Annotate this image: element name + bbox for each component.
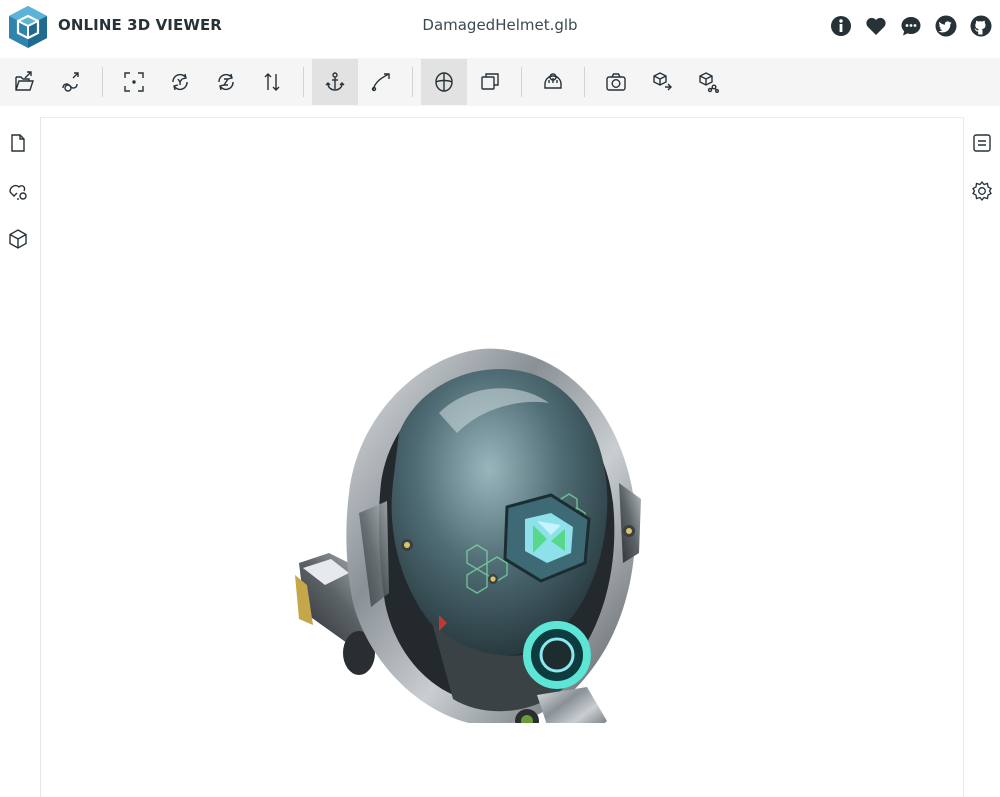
heart-icon[interactable]	[864, 14, 887, 37]
perspective-camera-button[interactable]	[421, 59, 467, 105]
details-panel-button[interactable]	[964, 124, 1000, 162]
github-icon[interactable]	[969, 14, 992, 37]
header: ONLINE 3D VIEWER DamagedHelmet.glb	[0, 0, 1000, 56]
gear-icon	[972, 180, 992, 202]
export-snapshot-button[interactable]	[593, 59, 639, 105]
camera-icon	[606, 73, 626, 91]
meshes-panel-button[interactable]	[0, 220, 36, 258]
export-model-button[interactable]	[639, 59, 685, 105]
measure-button[interactable]	[530, 59, 576, 105]
orthographic-camera-button[interactable]	[467, 59, 513, 105]
toolbar-separator	[102, 67, 103, 97]
fit-to-window-icon	[124, 72, 144, 92]
fixed-up-vector-button[interactable]	[312, 59, 358, 105]
toolbar-separator	[521, 67, 522, 97]
set-up-z-icon	[218, 73, 234, 91]
fit-to-window-button[interactable]	[111, 59, 157, 105]
measure-icon	[544, 73, 562, 89]
damaged-helmet-model	[295, 348, 641, 723]
file-icon	[11, 134, 25, 152]
3d-viewport[interactable]	[40, 117, 964, 797]
share-model-icon	[699, 72, 720, 94]
settings-panel-button[interactable]	[964, 172, 1000, 210]
open-url-icon	[62, 72, 79, 92]
orthographic-camera-icon	[481, 73, 499, 90]
perspective-camera-icon	[435, 72, 453, 92]
set-up-y-button[interactable]	[157, 59, 203, 105]
flip-up-button[interactable]	[249, 59, 295, 105]
materials-icon	[9, 184, 27, 200]
toolbar	[0, 58, 1000, 106]
app-logo-icon[interactable]	[6, 4, 50, 50]
set-up-y-icon	[172, 73, 188, 91]
app-brand-title: ONLINE 3D VIEWER	[58, 16, 222, 34]
open-url-button[interactable]	[48, 59, 94, 105]
export-model-icon	[653, 72, 672, 91]
cube-icon	[9, 229, 27, 249]
toolbar-separator	[412, 67, 413, 97]
feedback-icon[interactable]	[899, 14, 922, 37]
open-file-button[interactable]	[2, 59, 48, 105]
files-panel-button[interactable]	[0, 124, 36, 162]
info-icon[interactable]	[829, 14, 852, 37]
right-sidebar	[964, 118, 1000, 210]
set-up-z-button[interactable]	[203, 59, 249, 105]
details-icon	[973, 134, 991, 152]
left-sidebar	[0, 118, 36, 258]
materials-panel-button[interactable]	[0, 172, 36, 210]
share-model-button[interactable]	[685, 59, 731, 105]
file-name-title: DamagedHelmet.glb	[422, 16, 578, 34]
header-links	[829, 14, 992, 37]
free-orbit-icon	[371, 73, 390, 92]
fixed-up-vector-icon	[325, 72, 345, 91]
open-file-icon	[15, 71, 34, 91]
free-orbit-button[interactable]	[358, 59, 404, 105]
toolbar-separator	[303, 67, 304, 97]
toolbar-separator	[584, 67, 585, 97]
flip-up-icon	[264, 73, 280, 91]
twitter-icon[interactable]	[934, 14, 957, 37]
